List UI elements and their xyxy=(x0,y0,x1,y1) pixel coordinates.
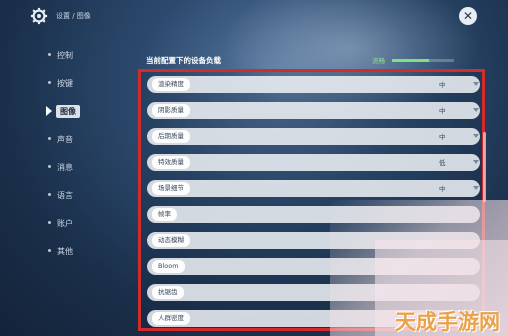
sidebar-item-label: 语言 xyxy=(57,191,73,200)
scrollbar[interactable] xyxy=(483,132,486,202)
chevron-down-icon[interactable] xyxy=(473,186,479,190)
bullet-icon xyxy=(48,165,51,168)
load-bar-fill xyxy=(392,59,430,62)
sidebar-item-messages[interactable]: 消息 xyxy=(40,158,110,178)
sidebar-item-other[interactable]: 其他 xyxy=(40,242,110,262)
setting-value: 中 xyxy=(439,81,446,89)
chevron-down-icon[interactable] xyxy=(473,134,479,138)
section-title: 当前配置下的设备负载 xyxy=(146,56,221,65)
chevron-down-icon[interactable] xyxy=(473,82,479,86)
bullet-icon xyxy=(48,81,51,84)
sidebar-item-language[interactable]: 语言 xyxy=(40,186,110,206)
sidebar-item-label: 账户 xyxy=(57,219,73,228)
top-bar: 设置 / 图像 ✕ xyxy=(0,0,508,34)
setting-name: 场景细节 xyxy=(152,182,190,195)
setting-row-post-quality[interactable]: 后期质量 中 xyxy=(147,128,480,145)
setting-row-effects-quality[interactable]: 特效质量 低 xyxy=(147,154,480,171)
bullet-icon xyxy=(48,221,51,224)
setting-name: Bloom xyxy=(152,260,185,273)
setting-name: 抗锯齿 xyxy=(152,286,184,299)
chevron-down-icon[interactable] xyxy=(473,160,479,164)
close-icon: ✕ xyxy=(462,9,474,23)
close-button[interactable]: ✕ xyxy=(459,7,477,25)
setting-name: 动态模糊 xyxy=(152,234,190,247)
bullet-icon xyxy=(48,193,51,196)
setting-row-shadow-quality[interactable]: 阴影质量 中 xyxy=(147,102,480,119)
sidebar-item-account[interactable]: 账户 xyxy=(40,214,110,234)
load-bar-track xyxy=(392,59,454,62)
device-load-indicator: 流畅 xyxy=(372,55,482,65)
sidebar-item-keys[interactable]: 按键 xyxy=(40,74,110,94)
setting-value: 低 xyxy=(439,159,446,167)
bullet-icon xyxy=(48,53,51,56)
sidebar-item-sound[interactable]: 声音 xyxy=(40,130,110,150)
setting-value: 中 xyxy=(439,133,446,141)
sidebar-item-label: 消息 xyxy=(57,163,73,172)
setting-value: 中 xyxy=(439,185,446,193)
setting-name: 帧率 xyxy=(152,208,177,221)
setting-row-render-quality[interactable]: 渲染精度 中 xyxy=(147,76,480,93)
sidebar-item-label: 控制 xyxy=(57,51,73,60)
sidebar-item-graphics[interactable]: 图像 xyxy=(40,102,110,122)
chevron-down-icon[interactable] xyxy=(473,108,479,112)
load-label: 流畅 xyxy=(372,57,385,65)
sidebar-item-label: 其他 xyxy=(57,247,73,256)
bullet-icon xyxy=(48,137,51,140)
bullet-icon xyxy=(48,249,51,252)
setting-name: 阴影质量 xyxy=(152,104,190,117)
breadcrumb: 设置 / 图像 xyxy=(56,12,91,20)
setting-value: 中 xyxy=(439,107,446,115)
gear-icon xyxy=(30,7,48,25)
sidebar-item-label: 按键 xyxy=(57,79,73,88)
setting-name: 渲染精度 xyxy=(152,78,190,91)
sidebar-item-label: 图像 xyxy=(56,105,80,118)
setting-name: 特效质量 xyxy=(152,156,190,169)
active-arrow-icon xyxy=(46,106,52,116)
setting-name: 人群密度 xyxy=(152,312,190,325)
setting-name: 后期质量 xyxy=(152,130,190,143)
sidebar-item-label: 声音 xyxy=(57,135,73,144)
watermark: 天成手游网 xyxy=(395,310,500,334)
sidebar-item-control[interactable]: 控制 xyxy=(40,46,110,66)
setting-row-scene-detail[interactable]: 场景细节 中 xyxy=(147,180,480,197)
